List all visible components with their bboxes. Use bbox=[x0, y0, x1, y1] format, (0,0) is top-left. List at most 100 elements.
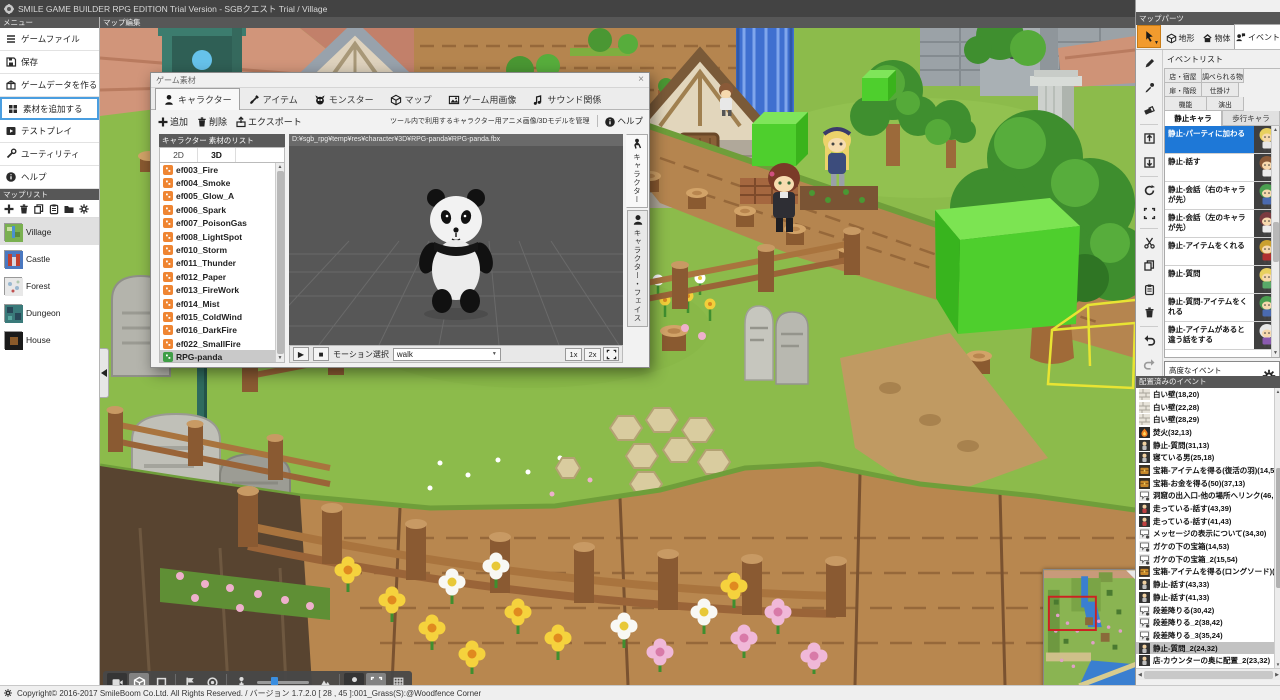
play-button[interactable]: ▶ bbox=[293, 347, 309, 361]
material-list-scrollbar[interactable]: ▲ ▼ bbox=[275, 163, 284, 362]
zoom-slider[interactable] bbox=[257, 676, 309, 685]
map-list-item-castle[interactable]: Castle bbox=[0, 245, 99, 272]
trash-tool-button[interactable] bbox=[1138, 302, 1160, 323]
model-preview-3d[interactable] bbox=[278, 146, 623, 346]
map-parts-tab-house[interactable]: 物体 bbox=[1198, 26, 1234, 49]
scroll-down-icon[interactable]: ▼ bbox=[1276, 662, 1280, 667]
material-item[interactable]: ef016_DarkFire bbox=[160, 324, 284, 337]
placed-event-item[interactable]: ガケの下の宝箱_2(15,54) bbox=[1136, 553, 1280, 566]
placed-event-item[interactable]: 走っている-話す(43,39) bbox=[1136, 502, 1280, 515]
flag-view-button[interactable] bbox=[180, 673, 200, 685]
map-parts-tab-mapcube[interactable]: 地形 bbox=[1162, 26, 1198, 49]
placed-event-item[interactable]: 静止-質問(31,13) bbox=[1136, 439, 1280, 452]
placed-event-item[interactable]: メッセージの表示について(34,30) bbox=[1136, 528, 1280, 541]
paste-tool-button[interactable] bbox=[1138, 278, 1160, 299]
delete-material-button[interactable]: 削除 bbox=[196, 115, 227, 128]
dialog-close-button[interactable]: × bbox=[638, 75, 644, 85]
placed-list-scrollbar[interactable]: ▲ ▼ bbox=[1274, 388, 1280, 668]
fullscreen-button[interactable] bbox=[603, 347, 619, 361]
material-item[interactable]: ef013_FireWork bbox=[160, 284, 284, 297]
placed-event-item[interactable]: 宝箱-アイテムを得る(復活の羽)(14,5 bbox=[1136, 464, 1280, 477]
event-category-tab[interactable]: 調べられる物 bbox=[1202, 69, 1244, 83]
scroll-up-icon[interactable]: ▲ bbox=[278, 164, 283, 170]
menu-item-save[interactable]: 保存 bbox=[0, 51, 99, 74]
zoom-slider-thumb[interactable] bbox=[271, 676, 278, 685]
plus-tool-button[interactable] bbox=[3, 203, 15, 215]
select-tool-button[interactable]: ▼ bbox=[1137, 25, 1161, 48]
event-cube-medium[interactable] bbox=[752, 112, 808, 166]
placed-event-item[interactable]: 段差降りる(30,42) bbox=[1136, 604, 1280, 617]
dialog-tab-image[interactable]: ゲーム用画像 bbox=[440, 89, 525, 109]
placed-event-item[interactable]: 焚火(32,13) bbox=[1136, 426, 1280, 439]
material-item[interactable]: RPG-panda bbox=[160, 350, 284, 362]
minimap[interactable] bbox=[1043, 569, 1135, 685]
stop-button[interactable]: ■ bbox=[313, 347, 329, 361]
event-cube-large[interactable] bbox=[935, 198, 1080, 334]
event-category-tab[interactable]: 機能 bbox=[1165, 97, 1207, 111]
event-category-tab[interactable]: 店・宿屋 bbox=[1165, 69, 1202, 83]
event-template-item[interactable]: 静止-会話（右のキャラが先） bbox=[1165, 182, 1279, 210]
placed-event-item[interactable]: 静止-話す(41,33) bbox=[1136, 591, 1280, 604]
dialog-tab-sword[interactable]: アイテム bbox=[240, 89, 306, 109]
event-list-scrollbar[interactable]: ▲ ▼ bbox=[1271, 126, 1279, 357]
material-item[interactable]: ef007_PoisonGas bbox=[160, 217, 284, 230]
material-item[interactable]: ef022_SmallFire bbox=[160, 337, 284, 350]
menu-item-build[interactable]: ゲームデータを作る bbox=[0, 74, 99, 97]
camera-view-button[interactable] bbox=[107, 673, 127, 685]
copy-tool-button[interactable] bbox=[33, 203, 45, 215]
map-list-item-house[interactable]: House bbox=[0, 326, 99, 353]
speed-2x-button[interactable]: 2x bbox=[584, 347, 601, 361]
fit-view-button[interactable] bbox=[366, 673, 386, 685]
placed-event-item[interactable]: 静止-質問_2(24,32) bbox=[1136, 641, 1280, 655]
map-list-item-village[interactable]: Village bbox=[0, 218, 99, 245]
event-cube-small[interactable] bbox=[862, 70, 896, 101]
mode-tab-2d[interactable]: 2D bbox=[160, 148, 198, 162]
side-tab-bust[interactable]: キャラクター・フェイス bbox=[627, 210, 648, 327]
pen-tool-button[interactable] bbox=[1138, 53, 1160, 74]
event-template-item[interactable]: 静止-会話（左のキャラが先） bbox=[1165, 210, 1279, 238]
dialog-title-bar[interactable]: ゲーム素材 × bbox=[151, 73, 649, 88]
event-category-tab[interactable]: 演出 bbox=[1207, 97, 1244, 111]
person-view-button[interactable] bbox=[344, 673, 364, 685]
placed-event-item[interactable]: 段差降りる_2(38,42) bbox=[1136, 616, 1280, 629]
material-item[interactable]: ef003_Fire bbox=[160, 163, 284, 176]
motion-select[interactable]: walk ▼ bbox=[392, 347, 501, 361]
map-list-item-dungeon[interactable]: Dungeon bbox=[0, 299, 99, 326]
scroll-left-icon[interactable]: ◀ bbox=[1138, 672, 1142, 678]
event-category-tab[interactable]: 仕掛け bbox=[1202, 83, 1239, 97]
placed-event-item[interactable]: 宝箱-アイテムを得る(ロングソード)(32 bbox=[1136, 566, 1280, 579]
material-item[interactable]: ef006_Spark bbox=[160, 203, 284, 216]
placed-event-item[interactable]: 店-カウンターの奥に配置_2(23,32) bbox=[1136, 654, 1280, 667]
event-template-item[interactable]: 静止-質問 bbox=[1165, 266, 1279, 294]
rotate-tool-button[interactable] bbox=[1138, 180, 1160, 201]
scroll-thumb[interactable] bbox=[276, 171, 284, 354]
square-view-button[interactable] bbox=[151, 673, 171, 685]
fit-tool-button[interactable] bbox=[1138, 203, 1160, 224]
material-item[interactable]: ef010_Storm bbox=[160, 243, 284, 256]
material-item[interactable]: ef015_ColdWind bbox=[160, 310, 284, 323]
gear-tool-button[interactable] bbox=[78, 203, 90, 215]
scroll-thumb[interactable] bbox=[1143, 670, 1274, 679]
char-tab[interactable]: 歩行キャラ bbox=[1222, 111, 1280, 126]
map-parts-tab-eventchar[interactable]: イベント bbox=[1234, 24, 1280, 49]
mode-tab-3d[interactable]: 3D bbox=[198, 148, 236, 162]
event-template-item[interactable]: 静止-質問-アイテムをくれる bbox=[1165, 294, 1279, 322]
import-tool-button[interactable] bbox=[1138, 128, 1160, 149]
placed-event-item[interactable]: 白い壁(28,29) bbox=[1136, 413, 1280, 426]
placed-event-item[interactable]: 宝箱-お金を得る(50)(37,13) bbox=[1136, 477, 1280, 490]
undo-tool-button[interactable] bbox=[1138, 330, 1160, 351]
cube3d-view-button[interactable] bbox=[129, 673, 149, 685]
scroll-right-icon[interactable]: ▶ bbox=[1275, 672, 1279, 678]
redo-tool-button[interactable] bbox=[1138, 354, 1160, 375]
scroll-down-icon[interactable]: ▼ bbox=[1273, 350, 1278, 356]
dialog-tab-person[interactable]: キャラクター bbox=[155, 88, 240, 110]
copy-tool-button[interactable] bbox=[1138, 255, 1160, 276]
export-material-button[interactable]: エクスポート bbox=[235, 115, 302, 128]
material-item[interactable]: ef014_Mist bbox=[160, 297, 284, 310]
material-item[interactable]: ef008_LightSpot bbox=[160, 230, 284, 243]
model-path-field[interactable]: D:¥sgb_rpg¥temp¥res¥character¥3D¥RPG-pan… bbox=[289, 134, 623, 146]
placed-event-item[interactable]: ガケの下の宝箱(14,53) bbox=[1136, 540, 1280, 553]
menu-item-assets[interactable]: 素材を追加する bbox=[0, 97, 99, 120]
sidebar-collapse-button[interactable] bbox=[100, 348, 109, 398]
paste-tool-button[interactable] bbox=[48, 203, 60, 215]
